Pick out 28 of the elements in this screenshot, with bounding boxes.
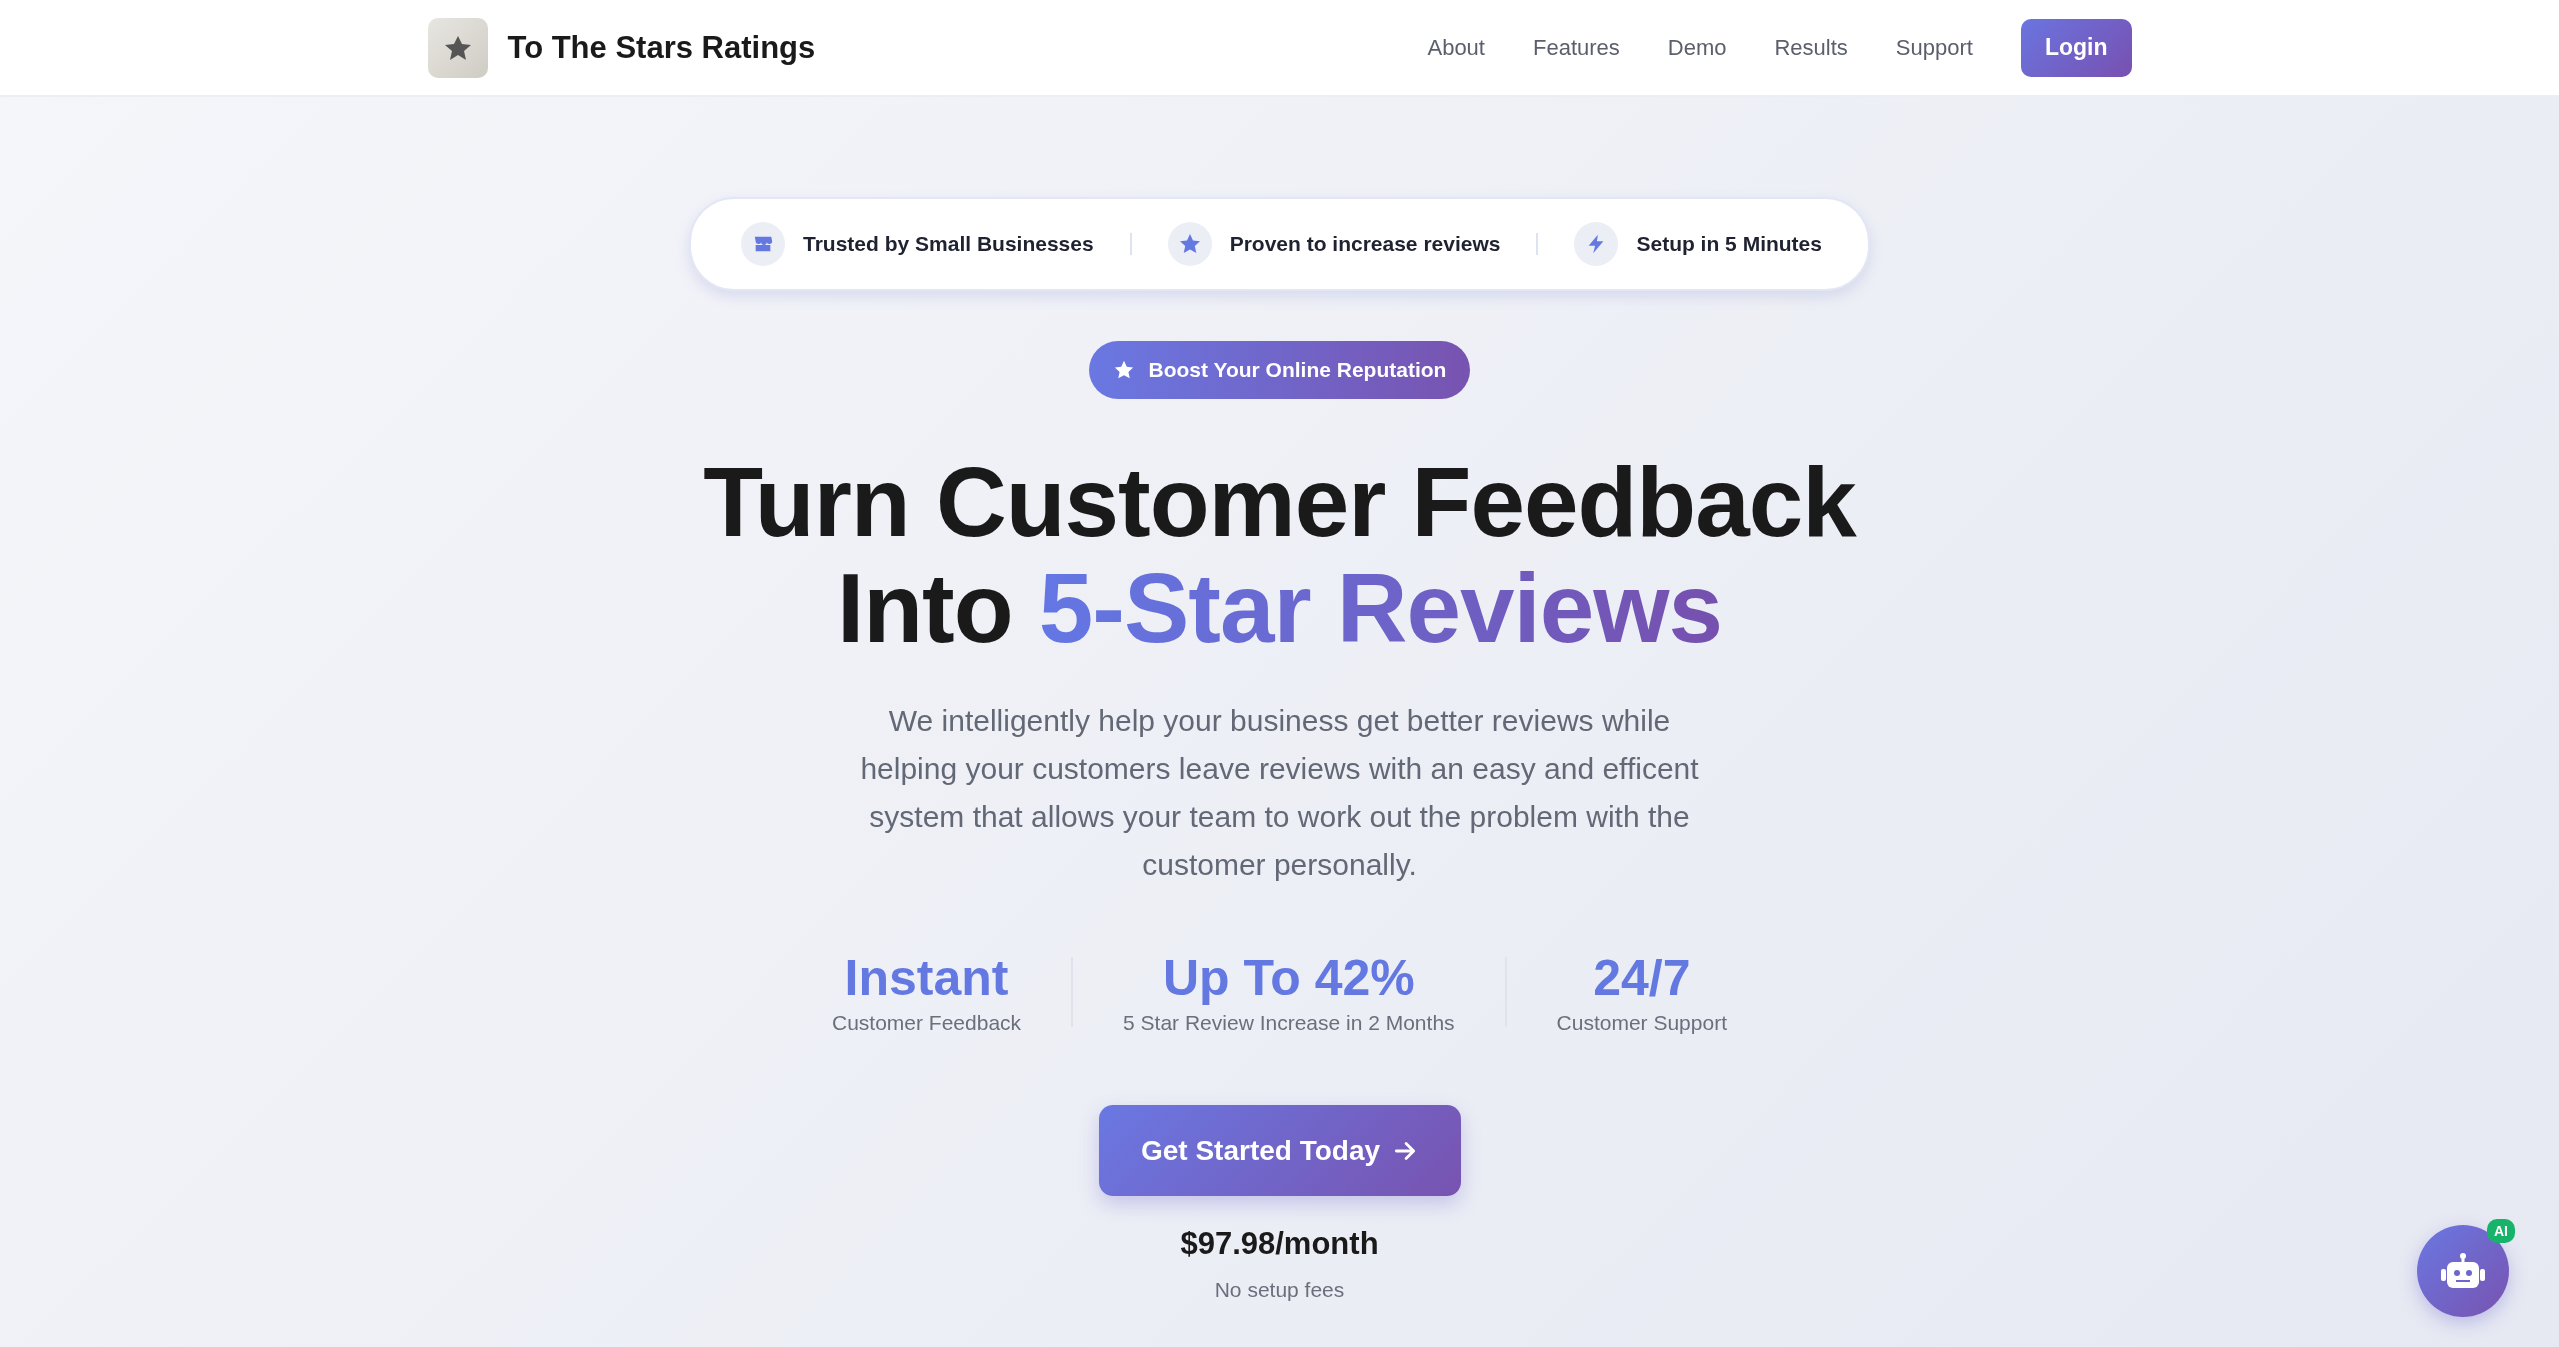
trust-label: Trusted by Small Businesses	[803, 232, 1094, 256]
trust-label: Setup in 5 Minutes	[1636, 232, 1822, 256]
stat-value: Up To 42%	[1162, 949, 1415, 1007]
chat-bot-button[interactable]	[2417, 1225, 2509, 1317]
stat-label: 5 Star Review Increase in 2 Months	[1123, 1011, 1455, 1035]
trust-label: Proven to increase reviews	[1229, 232, 1501, 256]
ai-badge: AI	[2487, 1219, 2515, 1243]
headline-line: Turn Customer Feedback	[703, 449, 1856, 555]
brand-name: To The Stars Ratings	[507, 29, 816, 66]
star-icon	[1112, 359, 1135, 381]
logo-icon[interactable]	[427, 17, 488, 78]
star-icon	[1177, 232, 1202, 256]
nav-link[interactable]: Demo	[1667, 34, 1727, 61]
pill-label: Boost Your Online Reputation	[1148, 358, 1447, 382]
stat-value: Instant	[844, 949, 1009, 1007]
nav-link[interactable]: Support	[1895, 34, 1973, 61]
nav-link[interactable]: About	[1427, 34, 1485, 61]
price: $97.98/month	[1180, 1226, 1379, 1262]
stat-value: 24/7	[1593, 949, 1691, 1007]
nav-link[interactable]: Features	[1532, 34, 1620, 61]
login-button[interactable]: Login	[2020, 18, 2132, 77]
stat-label: Customer Support	[1556, 1011, 1727, 1035]
price-note: No setup fees	[1214, 1278, 1345, 1302]
nav-link[interactable]: Results	[1774, 34, 1848, 61]
get-started-button[interactable]: Get Started Today	[1098, 1105, 1461, 1196]
robot-icon	[2440, 1251, 2486, 1291]
hero-description: We intelligently help your business get better reviews while helping your customers leave reviews with an easy and efficent system that allows your team to work out the problem with the customer personally.	[859, 703, 1700, 883]
stat-label: Customer Feedback	[832, 1011, 1022, 1035]
